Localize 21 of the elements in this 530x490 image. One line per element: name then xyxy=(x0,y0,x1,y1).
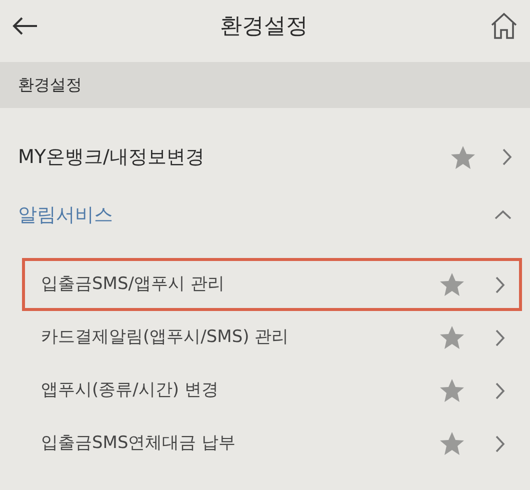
chevron-right-icon[interactable] xyxy=(495,328,505,346)
section-title: 환경설정 xyxy=(18,74,82,96)
submenu-item[interactable]: 입출금SMS연체대금 납부 xyxy=(22,417,522,470)
chevron-right-icon[interactable] xyxy=(495,434,505,452)
star-icon[interactable] xyxy=(439,325,465,350)
chevron-up-icon[interactable] xyxy=(494,210,512,220)
submenu-item[interactable]: 입출금SMS/앱푸시 관리 xyxy=(22,258,522,311)
chevron-right-icon[interactable] xyxy=(495,382,505,400)
star-icon[interactable] xyxy=(450,144,476,170)
home-icon[interactable] xyxy=(490,12,518,40)
chevron-right-icon[interactable] xyxy=(502,148,512,166)
page-title: 환경설정 xyxy=(220,12,308,40)
star-icon[interactable] xyxy=(439,431,465,456)
menu-item[interactable]: MY온뱅크/내정보변경 xyxy=(18,142,450,172)
submenu-item[interactable]: 카드결제알림(앱푸시/SMS) 관리 xyxy=(22,311,522,364)
submenu-item[interactable]: 앱푸시(종류/시간) 변경 xyxy=(22,364,522,417)
group-toggle[interactable]: 알림서비스 xyxy=(18,200,494,230)
chevron-right-icon[interactable] xyxy=(495,276,505,294)
star-icon[interactable] xyxy=(439,378,465,403)
back-arrow-icon[interactable] xyxy=(12,16,38,36)
star-icon[interactable] xyxy=(439,272,465,297)
